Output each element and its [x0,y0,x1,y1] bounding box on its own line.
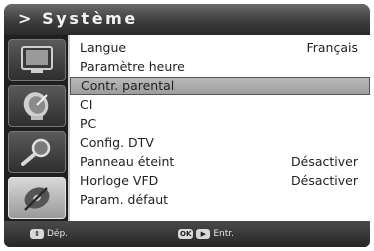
up-down-arrows-icon: ⇕ [30,229,44,239]
menu-item-ci[interactable]: CI [70,96,366,114]
disc-tools-icon [24,187,50,211]
move-hint: ⇕ Dép. [30,229,68,239]
menu-item-label: Paramètre heure [80,59,185,74]
menu-item-value: Français [306,40,358,55]
menu-item-label: Contr. parental [81,78,175,93]
ok-key-icon: OK [178,229,194,239]
title-bar: > Système [4,4,370,35]
category-search[interactable] [8,131,66,173]
enter-hint-label: Entr. [213,229,235,239]
menu-item-value: Désactiver [291,154,358,169]
category-sidebar [6,35,68,221]
magnifier-icon [21,138,51,166]
category-tv[interactable] [8,39,66,81]
menu-item-config-dtv[interactable]: Config. DTV [70,134,366,152]
menu-item-langue[interactable]: Langue Français [70,39,366,57]
menu-item-controle-parental[interactable]: Contr. parental [70,77,370,95]
menu-item-label: CI [80,97,93,112]
key-hint-bar: ⇕ Dép. OK ▶ Entr. [4,221,370,247]
satellite-dish-icon [23,92,49,120]
menu-item-panneau-eteint[interactable]: Panneau éteint Désactiver [70,153,366,171]
menu-item-label: Config. DTV [80,135,154,150]
menu-item-horloge-vfd[interactable]: Horloge VFD Désactiver [70,172,366,190]
menu-item-pc[interactable]: PC [70,115,366,133]
menu-item-parametre-heure[interactable]: Paramètre heure [70,58,366,76]
category-system[interactable] [8,177,66,219]
category-satellite[interactable] [8,85,66,127]
menu-item-label: Horloge VFD [80,173,159,188]
menu-item-label: PC [80,116,97,131]
menu-item-label: Panneau éteint [80,154,175,169]
enter-hint: OK ▶ Entr. [178,229,234,239]
move-hint-label: Dép. [47,229,69,239]
tv-screen-icon [21,46,53,73]
menu-item-value: Désactiver [291,173,358,188]
menu-item-label: Param. défaut [80,192,169,207]
settings-list: Langue Français Paramètre heure Contr. p… [68,35,372,221]
page-title: > Système [18,9,138,28]
menu-item-label: Langue [80,40,127,55]
right-arrow-icon: ▶ [196,229,211,239]
menu-item-param-defaut[interactable]: Param. défaut [70,191,366,209]
